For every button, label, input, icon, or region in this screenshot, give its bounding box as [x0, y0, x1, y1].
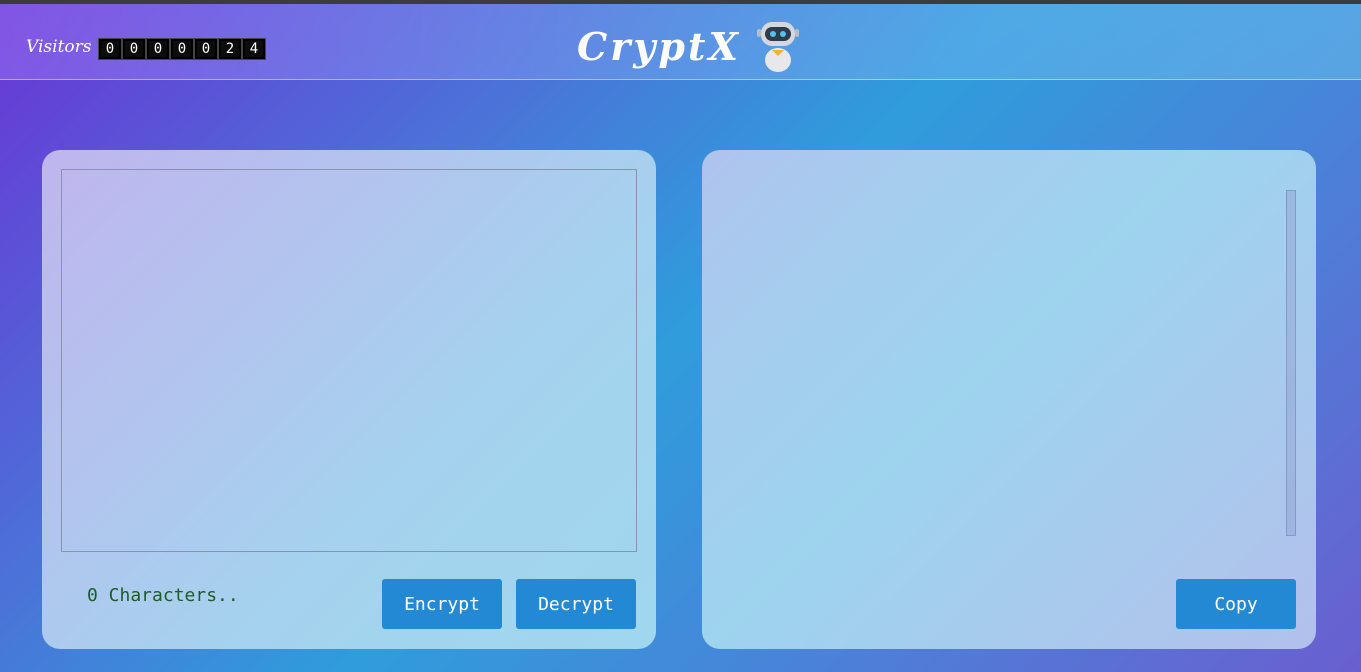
output-text [721, 190, 1281, 536]
visitor-digit: 0 [122, 38, 146, 60]
visitors-label: Visitors [26, 37, 92, 57]
visitor-digit: 0 [98, 38, 122, 60]
plaintext-input[interactable] [61, 169, 637, 552]
input-panel: 0 Characters.. Encrypt Decrypt [42, 150, 656, 649]
encrypt-button[interactable]: Encrypt [382, 579, 502, 629]
brand-title: CryptX [577, 23, 741, 69]
visitor-digit: 0 [194, 38, 218, 60]
output-scrollbar[interactable] [1286, 190, 1296, 536]
output-panel: Copy [702, 150, 1316, 649]
copy-button[interactable]: Copy [1176, 579, 1296, 629]
visitor-counter: 0 0 0 0 0 2 4 [98, 38, 266, 60]
decrypt-button[interactable]: Decrypt [516, 579, 636, 629]
visitor-digit: 0 [146, 38, 170, 60]
header-bar: Visitors 0 0 0 0 0 2 4 CryptX [0, 4, 1361, 80]
character-count: 0 Characters.. [87, 585, 239, 606]
visitor-digit: 4 [242, 38, 266, 60]
brand-logo: CryptX [577, 18, 801, 74]
visitor-digit: 2 [218, 38, 242, 60]
visitor-digit: 0 [170, 38, 194, 60]
robot-icon [756, 22, 799, 72]
